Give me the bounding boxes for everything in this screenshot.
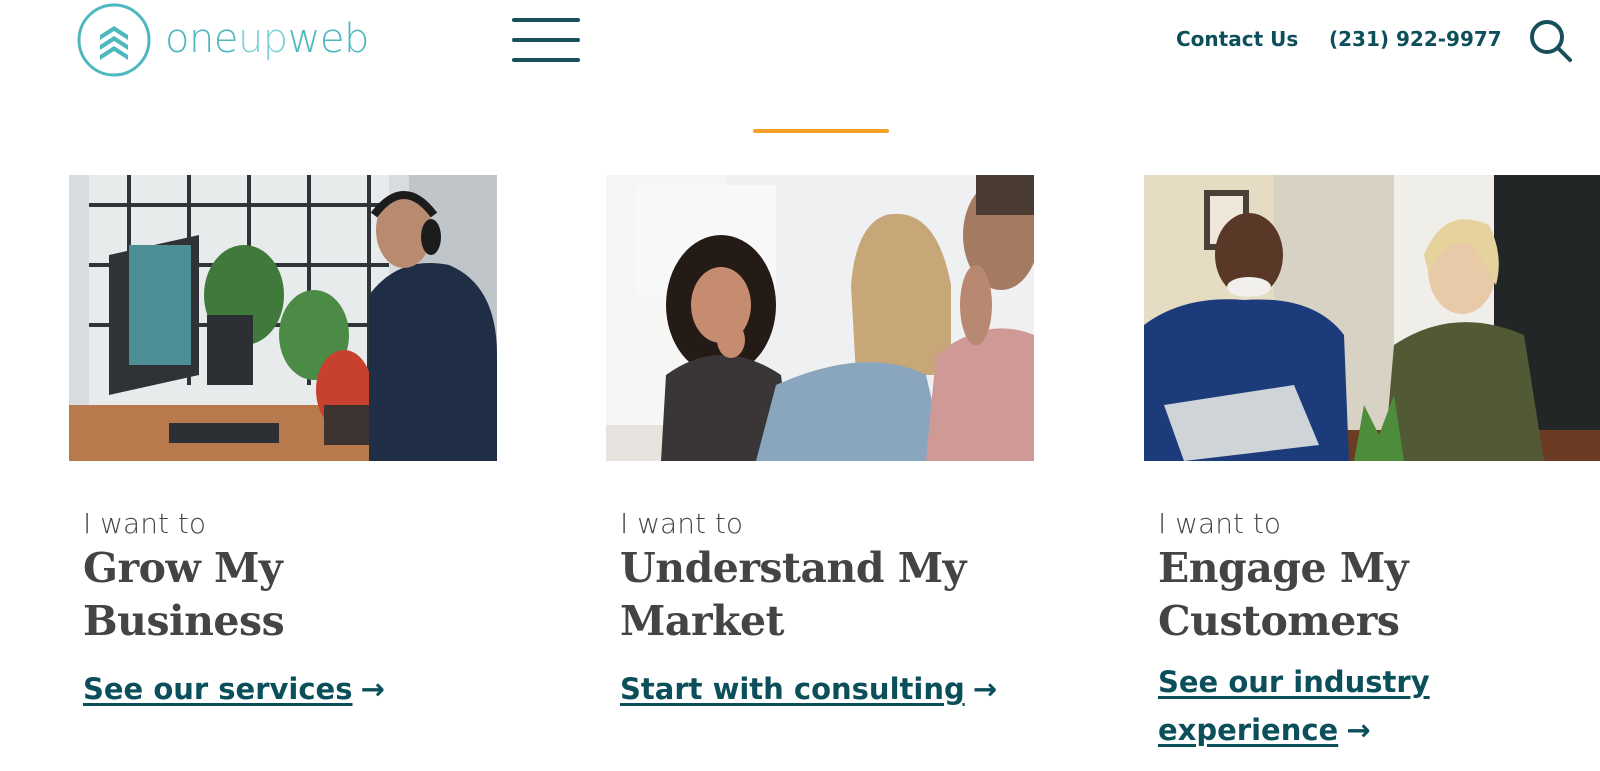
card-photo-developer [69,175,497,461]
see-our-services-link[interactable]: See our services → [83,665,385,713]
card-headline: Grow My Business [83,544,285,646]
arrow-right-icon: → [1346,713,1371,748]
section-accent-divider [753,129,889,133]
hamburger-menu-icon[interactable] [512,18,582,64]
card-headline: Understand My Market [620,544,966,646]
phone-link[interactable]: (231) 922-9977 [1329,27,1502,51]
card-headline: Engage My Customers [1158,544,1409,646]
card-kicker: I want to [83,507,206,540]
card-understand-market: I want to Understand My Market Start wit… [606,175,1036,713]
card-kicker: I want to [620,507,743,540]
search-icon[interactable] [1528,18,1572,62]
logo-wordmark: oneupweb [165,16,369,62]
oneupweb-logo[interactable]: oneupweb [77,2,369,80]
arrow-right-icon: → [972,672,998,707]
site-header: oneupweb Contact Us (231) 922-9977 [0,0,1600,100]
card-grow-business: I want to Grow My Business See our servi… [69,175,499,713]
start-with-consulting-link[interactable]: Start with consulting → [620,665,997,713]
see-our-industry-experience-link[interactable]: See our industry experience → [1158,658,1592,754]
card-engage-customers: I want to Engage My Customers See our in… [1144,175,1600,754]
card-photo-team-discussion [606,175,1034,461]
card-kicker: I want to [1158,507,1281,540]
contact-us-link[interactable]: Contact Us [1176,27,1298,51]
chevron-logo-icon [77,3,151,77]
card-photo-tablet-meeting [1144,175,1600,461]
arrow-right-icon: → [360,672,385,707]
